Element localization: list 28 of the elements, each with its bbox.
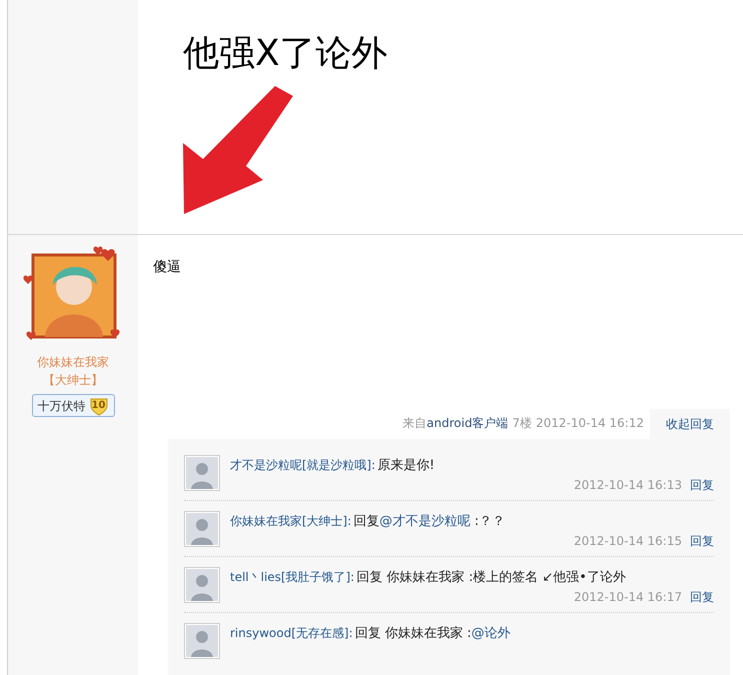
reply-link[interactable]: 回复 [690,588,714,606]
floor-number: 7楼 [512,415,532,432]
reply-author[interactable]: 才不是沙粒呢[就是沙粒哦]: [230,455,376,475]
reply-text: 回复@才不是沙粒呢 :？？ [353,513,505,531]
post-content: 傻逼 [153,258,182,277]
reply-author[interactable]: rinsywood[无存在感]: [230,623,353,643]
collapse-replies-tab[interactable]: 收起回复 [650,409,730,439]
reply-text: 回复 你妹妹在我家 :@论外 [354,625,510,643]
user-avatar[interactable] [184,455,220,491]
post-source: 来自 android客户端 [402,415,508,432]
reply-author[interactable]: 你妹妹在我家[大绅士]: [230,511,352,531]
signature-text: 他强X了论外 [183,32,389,76]
reply-link[interactable]: 回复 [690,532,714,550]
user-avatar[interactable] [184,623,220,659]
reply-time: 2012-10-14 16:15 [574,533,682,550]
post-time: 2012-10-14 16:12 [536,415,644,432]
reply-author[interactable]: tell丶lies[我肚子饿了]: [230,567,354,587]
user-avatar[interactable] [184,511,220,547]
reply-time: 2012-10-14 16:13 [574,477,682,494]
reply-text: 回复 你妹妹在我家 :楼上的签名 ↙他强•了论外 [356,569,626,587]
reply-link[interactable]: 回复 [690,476,714,494]
level-badge[interactable]: 十万伏特 10 [32,394,114,417]
mention-link[interactable]: @论外 [471,626,510,641]
mention-link[interactable]: @才不是沙粒呢 [379,514,470,529]
author-title: 【大绅士】 [43,372,103,389]
user-avatar[interactable] [184,567,220,603]
reply-time: 2012-10-14 16:17 [574,589,682,606]
reply-text: 原来是你! [377,457,435,475]
